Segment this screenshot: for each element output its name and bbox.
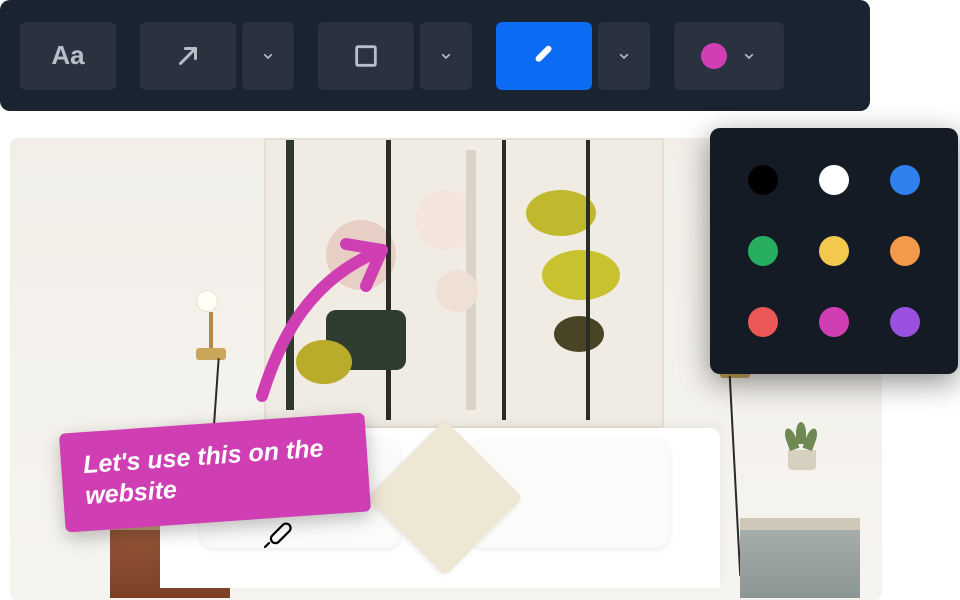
chevron-down-icon: [260, 48, 276, 64]
chevron-down-icon: [741, 48, 757, 64]
palette-color-black[interactable]: [748, 165, 778, 195]
text-tool-label: Aa: [51, 40, 84, 71]
chevron-down-icon: [438, 48, 454, 64]
pen-icon: [529, 41, 559, 71]
palette-color-green[interactable]: [748, 236, 778, 266]
palette-color-red[interactable]: [748, 307, 778, 337]
text-tool-button[interactable]: Aa: [20, 22, 116, 90]
shape-tool-button[interactable]: [318, 22, 414, 90]
shape-tool-group: [318, 22, 472, 90]
arrow-tool-button[interactable]: [140, 22, 236, 90]
photo-painting: [264, 138, 664, 428]
photo-plant: [788, 450, 816, 470]
shape-tool-dropdown[interactable]: [420, 22, 472, 90]
arrow-tool-group: [140, 22, 294, 90]
palette-color-orange[interactable]: [890, 236, 920, 266]
pen-tool-dropdown[interactable]: [598, 22, 650, 90]
color-tool-button[interactable]: [674, 22, 784, 90]
rectangle-icon: [352, 42, 380, 70]
pen-tool-button[interactable]: [496, 22, 592, 90]
palette-color-purple[interactable]: [890, 307, 920, 337]
photo-sconce-left: [196, 290, 226, 360]
palette-color-blue[interactable]: [890, 165, 920, 195]
annotation-toolbar: Aa: [0, 0, 870, 111]
color-palette-popup: [710, 128, 958, 374]
photo-nightstand-right: [740, 518, 860, 598]
current-color-swatch: [701, 43, 727, 69]
palette-color-white[interactable]: [819, 165, 849, 195]
arrow-icon: [173, 41, 203, 71]
annotation-comment-text: Let's use this on the website: [82, 434, 324, 509]
palette-color-yellow[interactable]: [819, 236, 849, 266]
chevron-down-icon: [616, 48, 632, 64]
pen-tool-group: [496, 22, 650, 90]
arrow-tool-dropdown[interactable]: [242, 22, 294, 90]
pen-cursor-icon: [262, 516, 296, 550]
palette-color-magenta[interactable]: [819, 307, 849, 337]
